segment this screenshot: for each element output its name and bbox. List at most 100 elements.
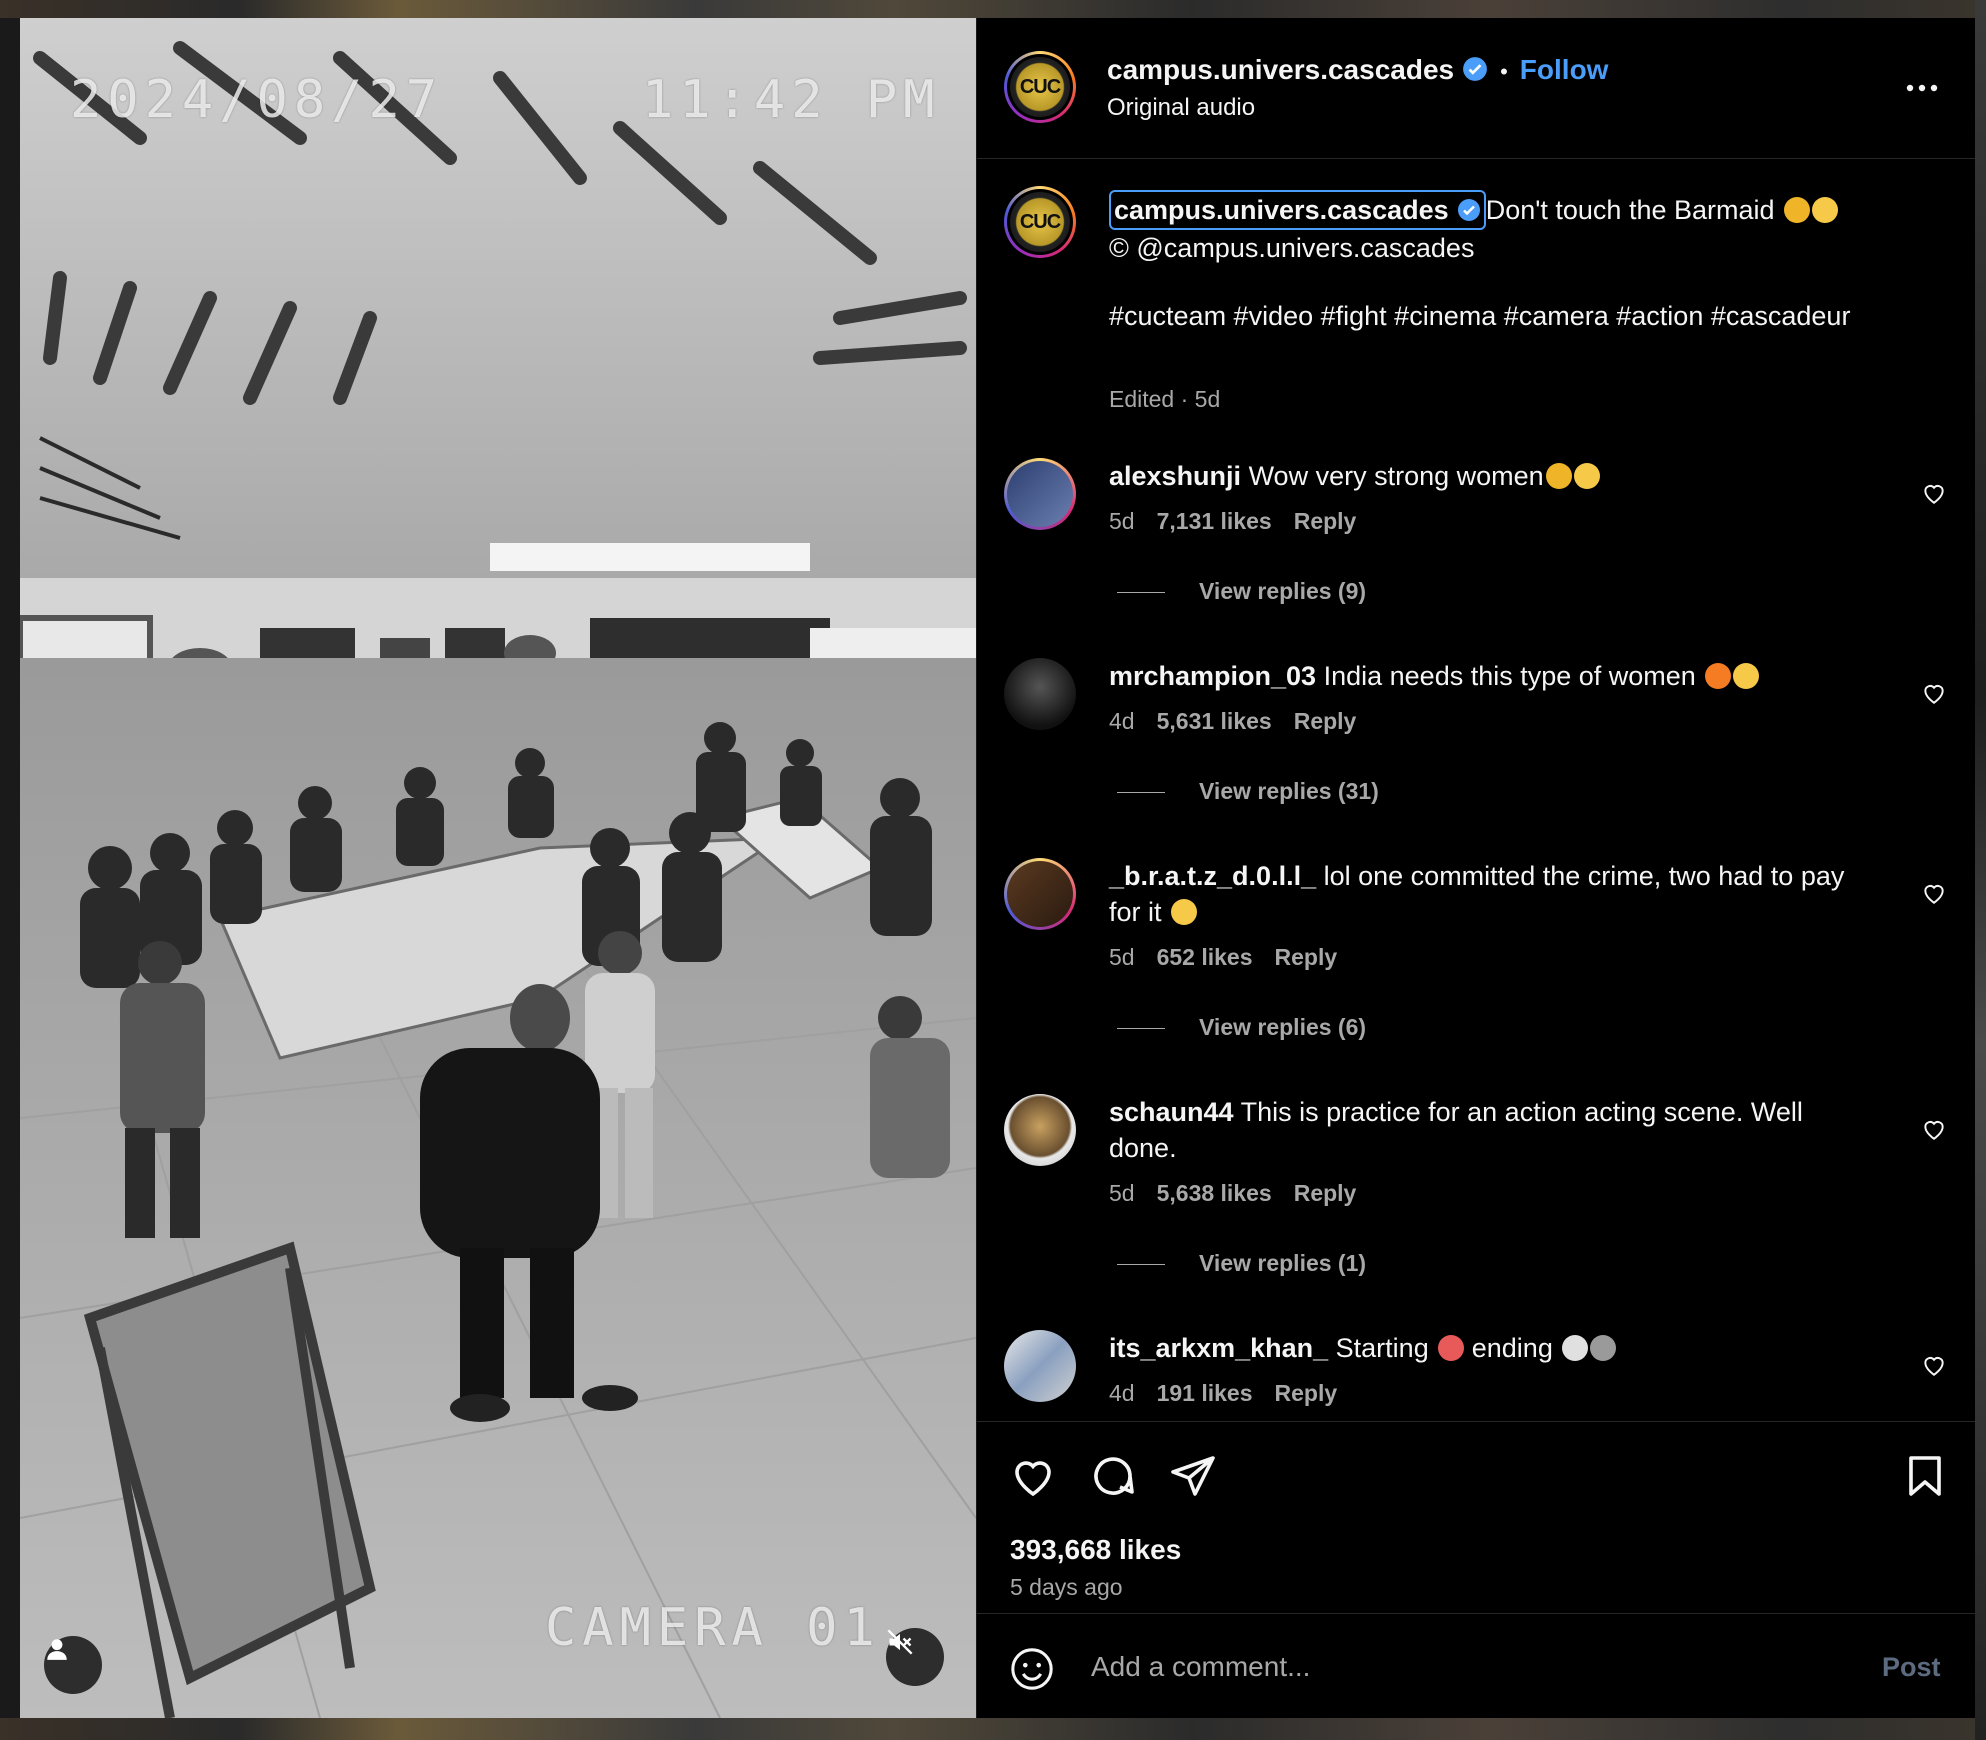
heart-icon[interactable] bbox=[1921, 480, 1947, 506]
reply-button[interactable]: Reply bbox=[1294, 1180, 1357, 1206]
comment-username[interactable]: its_arkxm_khan_ bbox=[1109, 1333, 1328, 1363]
tagged-users-button[interactable] bbox=[44, 1636, 102, 1694]
avatar-logo-text: CUC bbox=[1010, 57, 1070, 117]
mute-button[interactable] bbox=[886, 1628, 944, 1686]
comment-username[interactable]: _b.r.a.t.z_d.0.l.l_ bbox=[1109, 861, 1316, 891]
comment-age: 4d bbox=[1109, 708, 1135, 734]
view-replies-label: View replies (6) bbox=[1199, 1014, 1367, 1040]
follow-button[interactable]: Follow bbox=[1520, 54, 1609, 85]
share-icon[interactable] bbox=[1169, 1452, 1217, 1500]
comment-age: 4d bbox=[1109, 1380, 1135, 1406]
caption: campus.univers.cascades Don't touch the B… bbox=[1109, 190, 1929, 266]
comment-meta: 5d 652 likes Reply bbox=[1109, 944, 1337, 971]
background-grid-top bbox=[0, 0, 1986, 18]
post-comment-button[interactable]: Post bbox=[1882, 1652, 1941, 1683]
comment-text-2: ending bbox=[1471, 1333, 1553, 1363]
comment-likes[interactable]: 652 likes bbox=[1157, 944, 1253, 970]
comment-meta: 5d 5,638 likes Reply bbox=[1109, 1180, 1356, 1207]
tears-of-joy-emoji-icon bbox=[1171, 899, 1198, 925]
author-username[interactable]: campus.univers.cascades bbox=[1107, 54, 1454, 85]
post-time-ago[interactable]: 5 days ago bbox=[1010, 1574, 1123, 1601]
comment-icon[interactable] bbox=[1089, 1452, 1137, 1500]
heart-icon[interactable] bbox=[1921, 1352, 1947, 1378]
flexed-biceps-emoji-icon bbox=[1573, 463, 1600, 489]
caption-meta: Edited · 5d bbox=[1109, 386, 1221, 412]
reply-button[interactable]: Reply bbox=[1294, 708, 1357, 734]
comment-body: its_arkxm_khan_ Starting ending bbox=[1109, 1330, 1849, 1366]
post-header: CUC campus.univers.cascades • Follow Origi… bbox=[977, 18, 1975, 159]
comments-list[interactable]: alexshunji Wow very strong women 5d 7,131… bbox=[977, 458, 1975, 1421]
comment-text: Starting bbox=[1335, 1333, 1429, 1363]
comment-likes[interactable]: 7,131 likes bbox=[1157, 508, 1272, 534]
heart-icon[interactable] bbox=[1009, 1452, 1057, 1500]
comment-likes[interactable]: 5,631 likes bbox=[1157, 708, 1272, 734]
view-replies-button[interactable]: View replies (6) bbox=[1117, 1014, 1366, 1041]
verified-badge-icon bbox=[1457, 199, 1480, 221]
flexed-biceps-emoji-icon bbox=[1733, 663, 1760, 689]
view-replies-label: View replies (9) bbox=[1199, 578, 1367, 604]
comment-text: India needs this type of women bbox=[1323, 661, 1696, 691]
original-audio-link[interactable]: Original audio bbox=[1107, 94, 1255, 122]
caption-hashtags[interactable]: #cucteam #video #fight #cinema #camera #… bbox=[1109, 298, 1909, 334]
comment-body: _b.r.a.t.z_d.0.l.l_ lol one committed th… bbox=[1109, 858, 1849, 930]
author-line: campus.univers.cascades • Follow bbox=[1107, 54, 1608, 86]
fire-emoji-icon bbox=[1705, 663, 1732, 689]
author-avatar[interactable]: CUC bbox=[1004, 51, 1076, 123]
commenter-avatar[interactable] bbox=[1004, 858, 1076, 930]
user-icon bbox=[47, 1639, 67, 1660]
comment-username[interactable]: mrchampion_03 bbox=[1109, 661, 1316, 691]
caption-username-text: campus.univers.cascades bbox=[1114, 195, 1449, 225]
view-replies-button[interactable]: View replies (9) bbox=[1117, 578, 1366, 605]
emoji-icon[interactable] bbox=[1009, 1646, 1055, 1692]
cctv-time-overlay: 11:42 PM bbox=[642, 70, 941, 130]
avatar-logo-text: CUC bbox=[1010, 192, 1070, 252]
post-side-panel: CUC campus.univers.cascades • Follow Origi… bbox=[977, 18, 1975, 1718]
cctv-camera-overlay: CAMERA 01 bbox=[545, 1598, 881, 1658]
heart-icon[interactable] bbox=[1921, 1116, 1947, 1142]
comment-text: Wow very strong women bbox=[1248, 461, 1544, 491]
comment-body: schaun44 This is practice for an action … bbox=[1109, 1094, 1849, 1166]
commenter-avatar[interactable] bbox=[1004, 1330, 1076, 1402]
comment-body: alexshunji Wow very strong women bbox=[1109, 458, 1849, 494]
comment-age: 5d bbox=[1109, 1180, 1135, 1206]
heart-icon[interactable] bbox=[1921, 880, 1947, 906]
background-grid-bottom bbox=[0, 1718, 1986, 1740]
view-replies-label: View replies (1) bbox=[1199, 1250, 1367, 1276]
moai-emoji-icon bbox=[1590, 1335, 1617, 1361]
comment-likes[interactable]: 5,638 likes bbox=[1157, 1180, 1272, 1206]
video-player[interactable]: 2024/08/27 11:42 PM CAMERA 01 bbox=[20, 18, 976, 1718]
comment-likes[interactable]: 191 likes bbox=[1157, 1380, 1253, 1406]
caption-author-avatar[interactable]: CUC bbox=[1004, 186, 1076, 258]
background-grid-right bbox=[1975, 0, 1986, 1740]
reply-button[interactable]: Reply bbox=[1275, 1380, 1338, 1406]
commenter-avatar[interactable] bbox=[1004, 458, 1076, 530]
caption-credit: © @campus.univers.cascades bbox=[1109, 233, 1475, 263]
commenter-avatar[interactable] bbox=[1004, 658, 1076, 730]
caption-text: Don't touch the Barmaid bbox=[1485, 195, 1775, 225]
view-replies-button[interactable]: View replies (1) bbox=[1117, 1250, 1366, 1277]
mute-icon bbox=[887, 1629, 913, 1655]
comment-age: 5d bbox=[1109, 944, 1135, 970]
more-icon[interactable] bbox=[1902, 78, 1942, 98]
comment-meta: 5d 7,131 likes Reply bbox=[1109, 508, 1356, 535]
comment-username[interactable]: alexshunji bbox=[1109, 461, 1241, 491]
view-replies-label: View replies (31) bbox=[1199, 778, 1379, 804]
likes-count[interactable]: 393,668 likes bbox=[1010, 1534, 1181, 1566]
comment-username[interactable]: schaun44 bbox=[1109, 1097, 1234, 1127]
view-replies-button[interactable]: View replies (31) bbox=[1117, 778, 1379, 805]
thumbs-up-emoji-icon bbox=[1545, 463, 1572, 489]
heart-icon[interactable] bbox=[1921, 680, 1947, 706]
commenter-avatar[interactable] bbox=[1004, 1094, 1076, 1166]
comment-meta: 4d 5,631 likes Reply bbox=[1109, 708, 1356, 735]
comment-meta: 4d 191 likes Reply bbox=[1109, 1380, 1337, 1407]
cctv-date-overlay: 2024/08/27 bbox=[70, 70, 444, 130]
reply-button[interactable]: Reply bbox=[1294, 508, 1357, 534]
grin-sweat-emoji-icon bbox=[1812, 197, 1839, 223]
post-actions: 393,668 likes 5 days ago bbox=[977, 1421, 1975, 1632]
reply-button[interactable]: Reply bbox=[1275, 944, 1338, 970]
skull-emoji-icon bbox=[1562, 1335, 1589, 1361]
video-frame bbox=[20, 18, 976, 1718]
caption-username[interactable]: campus.univers.cascades bbox=[1109, 190, 1486, 230]
comment-input[interactable] bbox=[1089, 1644, 1853, 1690]
bookmark-icon[interactable] bbox=[1901, 1452, 1949, 1500]
